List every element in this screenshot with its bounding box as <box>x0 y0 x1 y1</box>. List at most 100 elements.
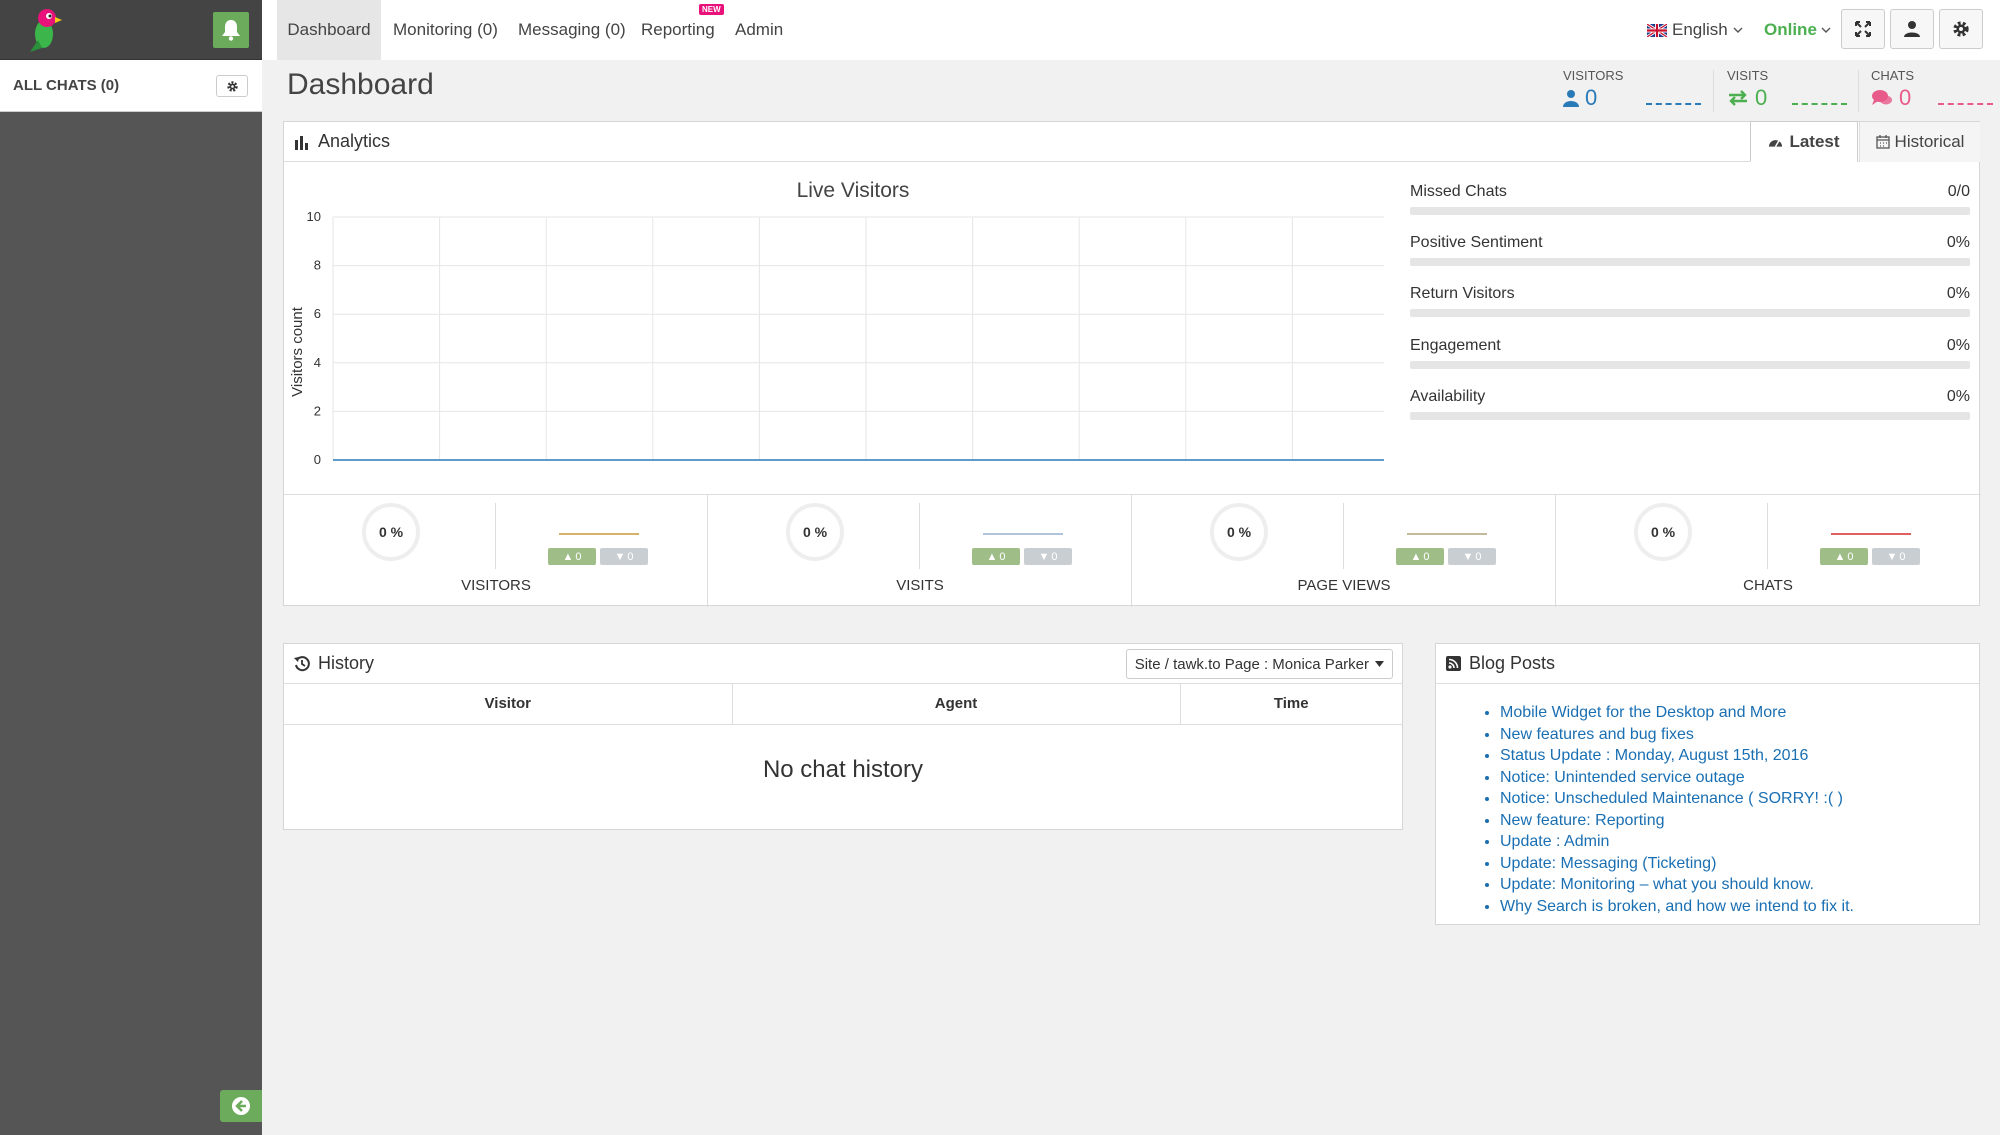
notifications-button[interactable] <box>213 12 249 48</box>
tab-admin[interactable]: Admin <box>735 0 783 60</box>
collapse-sidebar-button[interactable] <box>220 1090 262 1122</box>
metric-progress-bar <box>1410 207 1970 215</box>
column-time[interactable]: Time <box>1180 684 1402 725</box>
column-agent[interactable]: Agent <box>732 684 1181 725</box>
stat-chats: CHATS 0 <box>1871 68 1914 111</box>
chevron-down-icon <box>1821 27 1831 33</box>
chat-bubbles-icon <box>1872 90 1892 105</box>
user-icon <box>1904 21 1920 37</box>
blog-header: Blog Posts <box>1436 644 1979 684</box>
gear-icon <box>1953 21 1969 37</box>
analytics-header: Analytics Latest Historical <box>284 121 1980 162</box>
metric-progress-bar <box>1410 412 1970 420</box>
chevron-down-icon <box>1733 27 1743 33</box>
history-title: History <box>318 653 375 673</box>
kpi-down-badge: ▼ 0 <box>1448 548 1496 565</box>
blog-posts-panel: Blog Posts Mobile Widget for the Desktop… <box>1435 643 1980 925</box>
kpi-sparkline <box>983 533 1063 535</box>
status-label: Online <box>1764 20 1817 39</box>
chart-y-tick-label: 2 <box>314 403 321 418</box>
metric-engagement: Engagement 0% <box>1410 337 1970 369</box>
metric-label: Return Visitors <box>1410 285 1515 302</box>
kpi-down-badge: ▼ 0 <box>600 548 648 565</box>
analytics-title: Analytics <box>318 131 391 151</box>
tab-monitoring[interactable]: Monitoring (0) <box>393 0 498 60</box>
chart-y-ticks: 0 2 4 6 8 10 <box>307 209 321 467</box>
blog-post-link[interactable]: Notice: Unscheduled Maintenance ( SORRY!… <box>1500 788 1854 810</box>
status-selector[interactable]: Online <box>1764 20 1831 40</box>
history-filter-dropdown[interactable]: Site / tawk.to Page : Monica Parker <box>1125 649 1393 679</box>
blog-post-link[interactable]: Update: Messaging (Ticketing) <box>1500 853 1854 875</box>
empty-history-message: No chat history <box>762 756 924 783</box>
metric-missed-chats: Missed Chats 0/0 <box>1410 183 1970 215</box>
blog-post-link[interactable]: Mobile Widget for the Desktop and More <box>1500 702 1854 724</box>
metric-value: 0% <box>1946 234 1970 251</box>
all-chats-bar[interactable]: ALL CHATS (0) <box>0 60 262 112</box>
kpi-percent-circle: 0 % <box>1210 503 1268 561</box>
fullscreen-button[interactable] <box>1841 9 1885 49</box>
stat-visitors: VISITORS 0 <box>1563 68 1623 111</box>
arrow-left-circle-icon <box>232 1097 250 1115</box>
history-icon <box>294 655 310 671</box>
language-label: English <box>1672 20 1728 39</box>
blog-post-link[interactable]: Status Update : Monday, August 15th, 201… <box>1500 745 1854 767</box>
tab-messaging[interactable]: Messaging (0) <box>518 0 626 60</box>
kpi-label: PAGE VIEWS <box>1297 577 1391 594</box>
all-chats-settings-button[interactable] <box>216 75 248 97</box>
metric-label: Availability <box>1410 388 1486 405</box>
kpi-down-badge: ▼ 0 <box>1872 548 1920 565</box>
kpi-percent-circle: 0 % <box>362 503 420 561</box>
chart-y-tick-label: 0 <box>314 452 321 467</box>
metric-value: 0% <box>1946 337 1970 354</box>
chats-sparkline <box>1938 103 1993 105</box>
user-profile-button[interactable] <box>1890 9 1934 49</box>
kpi-up-badge: ▲ 0 <box>1396 548 1444 565</box>
tab-historical[interactable]: Historical <box>1859 122 1980 162</box>
stat-visitors-value: 0 <box>1585 85 1598 110</box>
tab-latest[interactable]: Latest <box>1750 121 1858 162</box>
kpi-up-badge: ▲ 0 <box>548 548 596 565</box>
tab-dashboard[interactable]: Dashboard <box>277 0 381 60</box>
kpi-visits: 0 % ▲ 0 ▼ 0 VISITS <box>708 495 1132 607</box>
uk-flag-icon <box>1647 23 1667 37</box>
history-panel: History Site / tawk.to Page : Monica Par… <box>283 643 1403 830</box>
caret-up-icon: ▲ <box>1410 550 1422 563</box>
all-chats-label: ALL CHATS (0) <box>13 77 120 94</box>
chart-title: Live Visitors <box>797 179 910 202</box>
tab-latest-label: Latest <box>1789 131 1840 151</box>
caret-down-icon: ▼ <box>1038 550 1050 563</box>
kpi-down-badge: ▼ 0 <box>1024 548 1072 565</box>
chart-y-axis-label: Visitors count <box>289 306 306 397</box>
chart-y-tick-label: 10 <box>307 209 321 224</box>
caret-down-icon: ▼ <box>1462 550 1474 563</box>
metric-progress-bar <box>1410 309 1970 317</box>
tab-historical-label: Historical <box>1894 132 1965 151</box>
blog-post-list: Mobile Widget for the Desktop and More N… <box>1500 702 1854 917</box>
blog-post-link[interactable]: Notice: Unintended service outage <box>1500 767 1854 789</box>
column-visitor[interactable]: Visitor <box>284 684 733 725</box>
stat-visits: VISITS 0 <box>1727 68 1768 111</box>
kpi-label: VISITS <box>896 577 944 594</box>
history-table: Visitor Agent Time <box>284 684 1402 725</box>
caret-down-icon: ▼ <box>614 550 626 563</box>
kpi-chats: 0 % ▲ 0 ▼ 0 CHATS <box>1556 495 1980 607</box>
parrot-logo-icon[interactable] <box>20 4 70 54</box>
blog-post-link[interactable]: New feature: Reporting <box>1500 810 1854 832</box>
sidebar: ALL CHATS (0) <box>0 0 262 1135</box>
kpi-sparkline <box>559 533 639 535</box>
new-badge: NEW <box>699 4 724 15</box>
metric-progress-bar <box>1410 361 1970 369</box>
expand-icon <box>1855 21 1871 37</box>
user-icon <box>1563 90 1579 107</box>
visitors-sparkline <box>1646 103 1701 105</box>
settings-button[interactable] <box>1939 9 1983 49</box>
metric-value: 0/0 <box>1947 183 1970 200</box>
language-selector[interactable]: English <box>1647 20 1743 40</box>
metric-value: 0% <box>1946 285 1970 302</box>
blog-post-link[interactable]: Why Search is broken, and how we intend … <box>1500 896 1854 918</box>
blog-post-link[interactable]: Update : Admin <box>1500 831 1854 853</box>
kpi-sparkline <box>1407 533 1487 535</box>
live-visitors-chart: Live Visitors Visitors count 0 2 4 6 8 10 <box>289 179 1384 467</box>
blog-post-link[interactable]: New features and bug fixes <box>1500 724 1854 746</box>
blog-post-link[interactable]: Update: Monitoring – what you should kno… <box>1500 874 1854 896</box>
